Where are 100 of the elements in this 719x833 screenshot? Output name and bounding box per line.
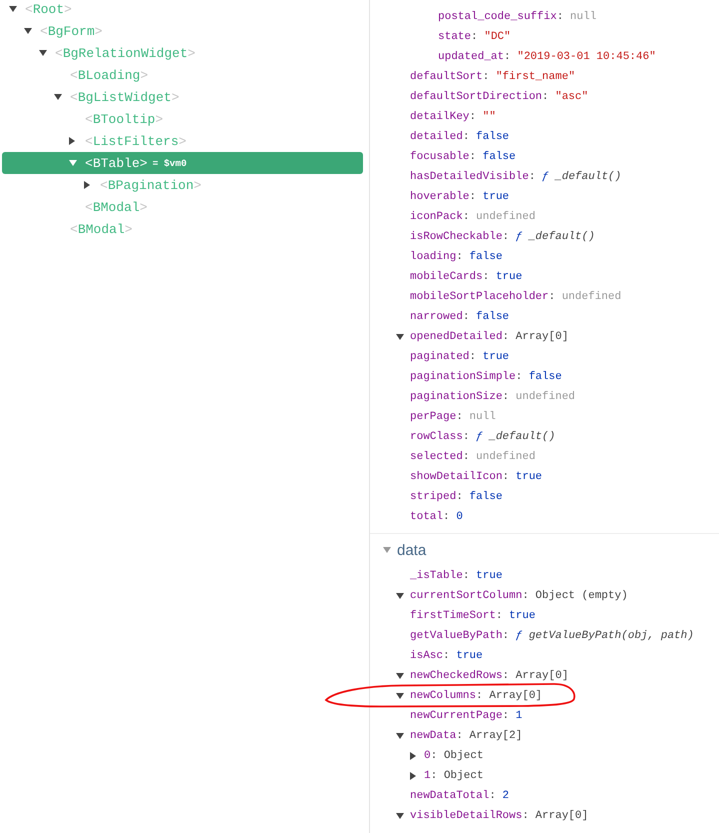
property-value: undefined <box>476 451 536 463</box>
property-value: null <box>469 411 496 423</box>
triangle-down-icon[interactable] <box>396 334 404 340</box>
property-name: focusable: <box>410 151 476 163</box>
property-name: total: <box>410 511 450 523</box>
tree-item[interactable]: <BgRelationWidget> <box>39 42 196 64</box>
property-name: showDetailIcon: <box>410 471 510 483</box>
property-name: rowClass: <box>410 431 470 443</box>
property-name: _isTable: <box>410 570 470 582</box>
property-value: Object <box>444 770 484 782</box>
property-name: newCheckedRows: <box>410 670 510 682</box>
triangle-down-icon[interactable] <box>396 733 404 739</box>
property-name: perPage: <box>410 411 463 423</box>
property-value: "first_name" <box>496 71 576 83</box>
triangle-right-icon[interactable] <box>69 137 75 145</box>
property-value: 0 <box>456 511 463 523</box>
triangle-right-icon[interactable] <box>410 772 416 780</box>
property-name: visibleDetailRows: <box>410 810 529 822</box>
property-name: defaultSort: <box>410 71 490 83</box>
property-value: "2019-03-01 10:45:46" <box>517 51 656 63</box>
property-value: ƒ _default() <box>542 171 622 183</box>
property-value: "DC" <box>484 31 511 43</box>
property-name: narrowed: <box>410 311 470 323</box>
property-value: Array[0] <box>489 690 542 702</box>
property-value: 1 <box>516 710 522 722</box>
property-name: selected: <box>410 451 470 463</box>
property-name: iconPack: <box>410 211 470 223</box>
triangle-down-icon[interactable] <box>54 94 62 100</box>
property-value: true <box>476 570 502 582</box>
tree-item[interactable]: <BgForm> <box>24 20 102 42</box>
property-name: 1: <box>424 770 438 782</box>
property-name: newColumns: <box>410 690 483 702</box>
property-name: mobileSortPlaceholder: <box>410 291 556 303</box>
property-value: 2 <box>502 790 510 802</box>
property-name: newData: <box>410 730 463 742</box>
property-value: ƒ _default() <box>476 431 556 443</box>
tree-item[interactable]: <BPagination> <box>84 174 202 196</box>
property-value: true <box>456 650 483 662</box>
property-name: isAsc: <box>410 650 450 662</box>
property-name: state: <box>438 31 478 43</box>
tree-item[interactable]: <BTable> = $vm0 <box>2 152 363 174</box>
property-name: mobileCards: <box>410 271 490 283</box>
property-value: Array[0] <box>516 331 568 343</box>
property-value: false <box>469 251 502 263</box>
property-value: true <box>509 610 536 622</box>
property-value: Object (empty) <box>535 590 628 602</box>
property-name: paginationSimple: <box>410 371 522 383</box>
triangle-down-icon[interactable] <box>396 593 404 599</box>
property-name: hasDetailedVisible: <box>410 171 536 183</box>
property-value: "" <box>482 111 496 123</box>
property-value: true <box>482 191 510 203</box>
property-name: openedDetailed: <box>410 331 510 343</box>
vm-reference: = $vm0 <box>152 158 187 168</box>
property-value: false <box>482 151 516 163</box>
property-name: striped: <box>410 491 463 503</box>
property-value: true <box>482 351 510 363</box>
property-value: ƒ _default() <box>516 231 595 243</box>
property-name: newCurrentPage: <box>410 710 510 722</box>
property-value: true <box>516 471 542 483</box>
property-value: Array[2] <box>469 730 522 742</box>
property-value: undefined <box>562 291 622 303</box>
triangle-right-icon[interactable] <box>410 752 416 760</box>
property-value: undefined <box>516 391 576 403</box>
property-value: false <box>469 491 502 503</box>
triangle-down-icon[interactable] <box>396 813 404 819</box>
tree-item[interactable]: <BTooltip> <box>69 108 164 130</box>
property-name: isRowCheckable: <box>410 231 510 243</box>
property-value: null <box>570 11 596 23</box>
property-value: false <box>476 131 510 143</box>
tree-item[interactable]: <BgListWidget> <box>54 86 180 108</box>
triangle-down-icon[interactable] <box>396 693 404 699</box>
property-value: Array[0] <box>516 670 568 682</box>
property-name: detailed: <box>410 131 470 143</box>
property-value: ƒ getValueByPath(obj, path) <box>516 630 694 642</box>
triangle-right-icon[interactable] <box>84 181 90 189</box>
property-value: "asc" <box>555 91 588 103</box>
property-value: false <box>476 311 510 323</box>
property-name: postal_code_suffix: <box>438 11 564 23</box>
property-value: Object <box>444 750 484 762</box>
property-name: loading: <box>410 251 463 263</box>
tree-item[interactable]: <ListFilters> <box>69 130 186 152</box>
triangle-down-icon[interactable] <box>24 28 32 34</box>
property-name: detailKey: <box>410 111 476 123</box>
tree-item[interactable]: <BModal> <box>54 218 132 240</box>
property-name: getValueByPath: <box>410 630 510 642</box>
tree-item[interactable]: <BModal> <box>69 196 148 218</box>
triangle-down-icon[interactable] <box>396 673 404 679</box>
property-value: Array[0] <box>535 810 588 822</box>
triangle-down-icon[interactable] <box>39 50 47 56</box>
property-name: paginationSize: <box>410 391 510 403</box>
property-name: firstTimeSort: <box>410 610 502 622</box>
property-name: currentSortColumn: <box>410 590 529 602</box>
section-title[interactable]: data <box>397 542 426 558</box>
tree-item[interactable]: <BLoading> <box>54 64 148 86</box>
property-name: defaultSortDirection: <box>410 91 549 103</box>
tree-item[interactable]: <Root> <box>9 0 72 20</box>
property-name: newDataTotal: <box>410 790 496 802</box>
triangle-down-icon[interactable] <box>9 6 17 12</box>
property-value: undefined <box>476 211 536 223</box>
property-name: updated_at: <box>438 51 511 63</box>
